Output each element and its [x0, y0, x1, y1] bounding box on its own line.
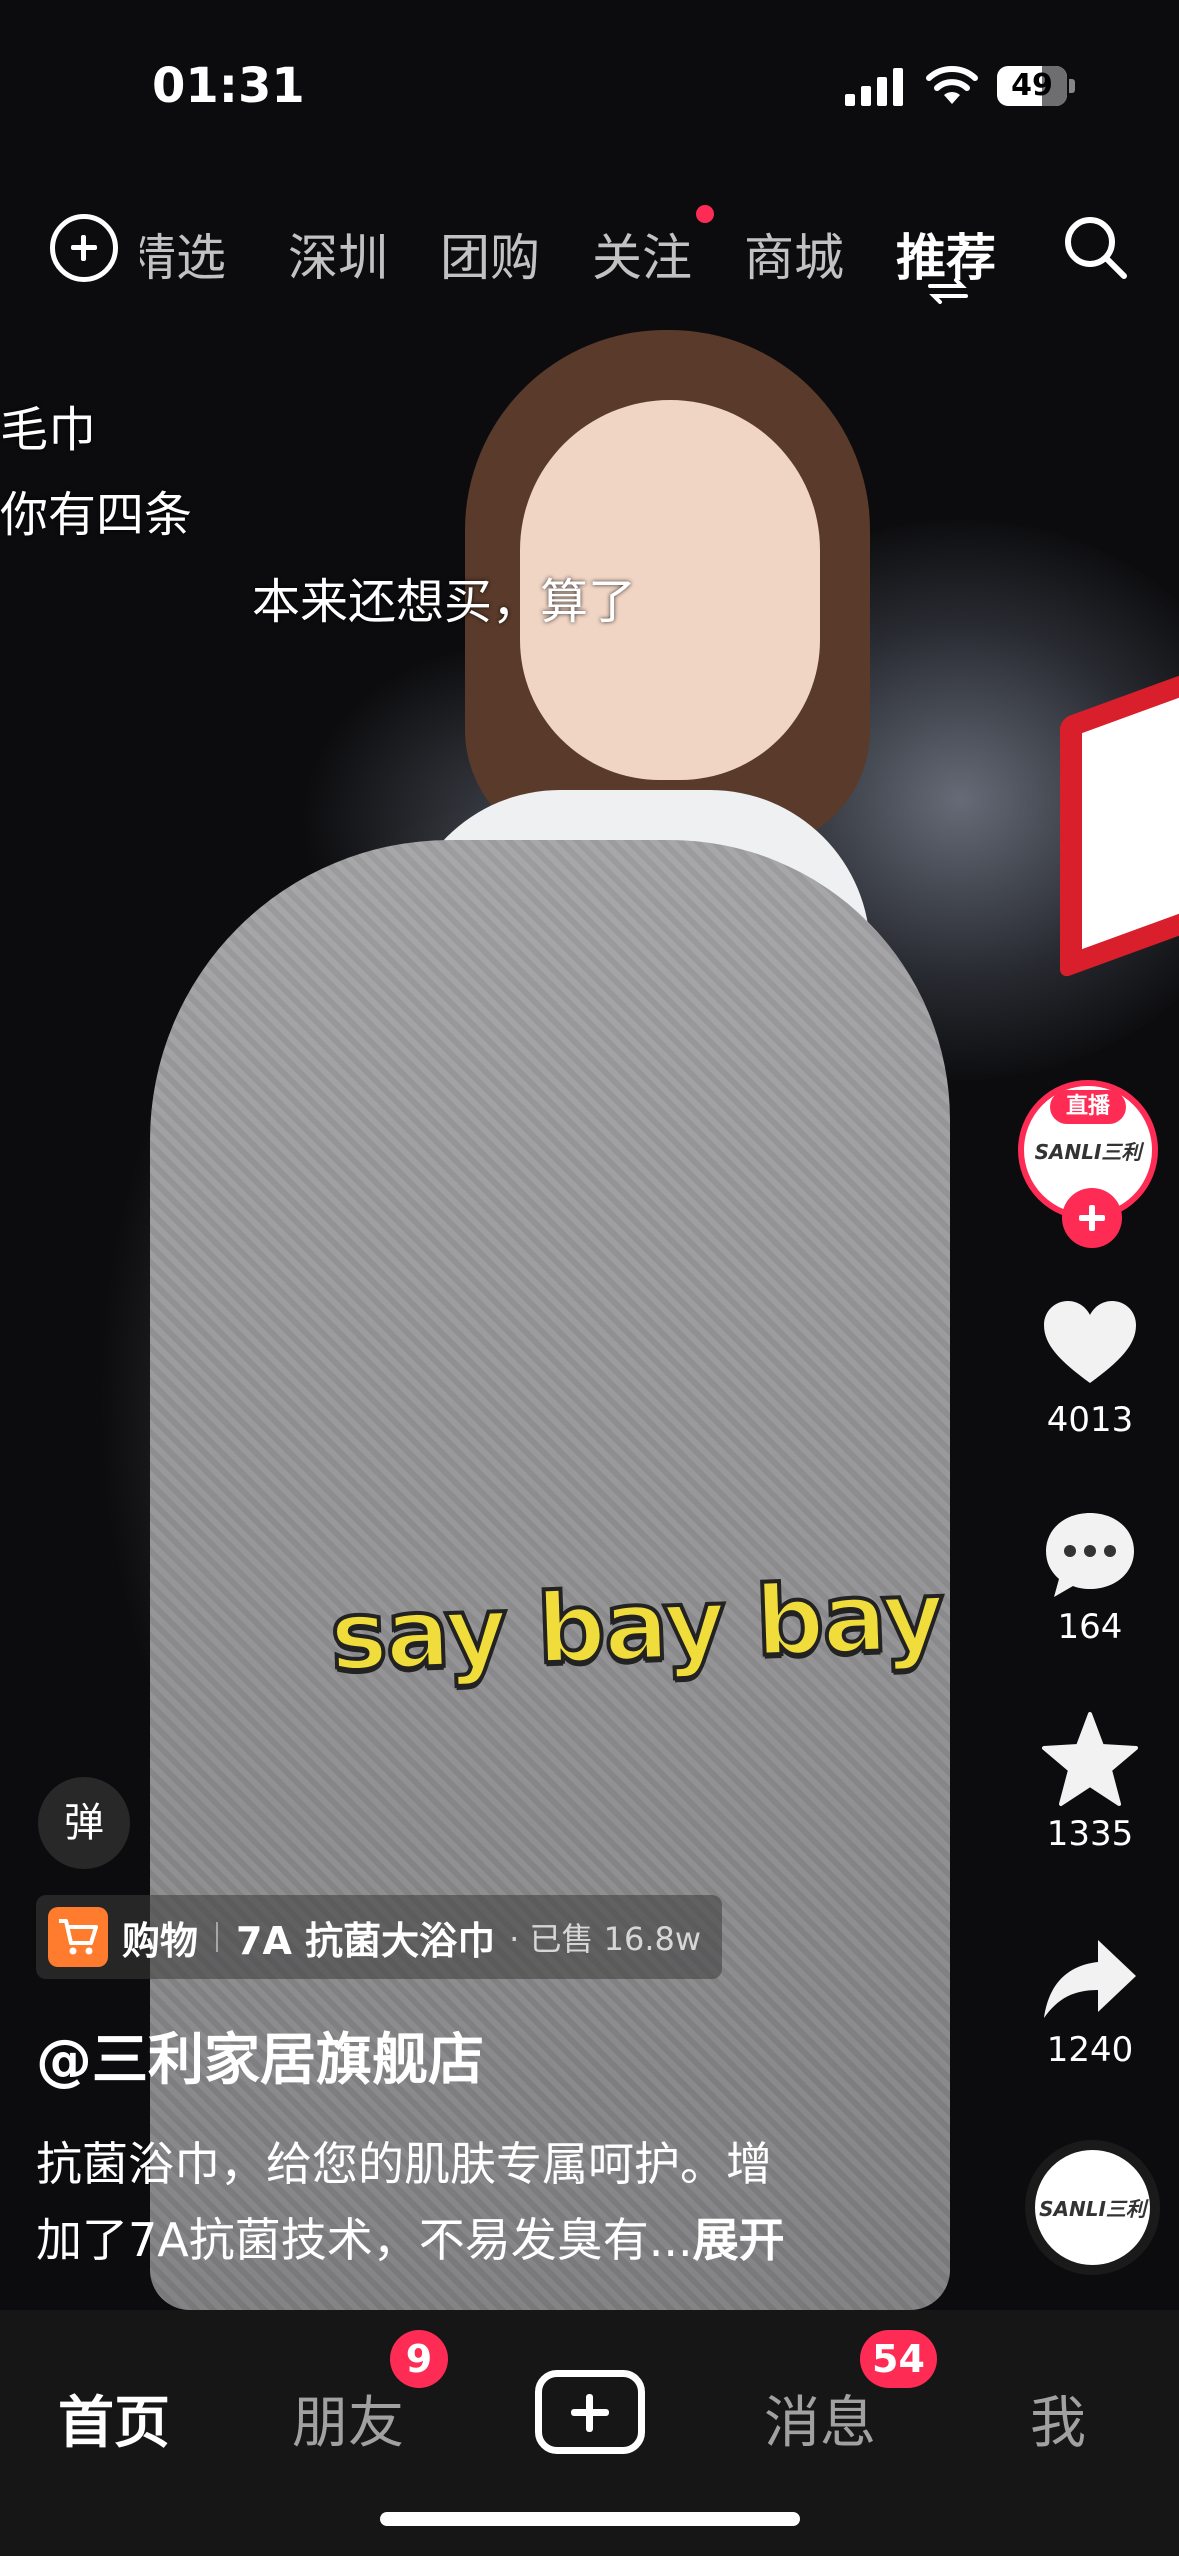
top-nav: 精选 深圳 团购 关注 商城 推荐	[0, 200, 1179, 310]
tab-group-buy[interactable]: 团购	[440, 218, 540, 290]
cart-icon	[48, 1907, 108, 1967]
tab-shenzhen[interactable]: 深圳	[288, 218, 388, 290]
following-dot	[696, 205, 714, 223]
signal-icon	[845, 68, 903, 106]
friends-badge: 9	[390, 2330, 448, 2388]
switch-icon	[928, 278, 968, 304]
share-icon[interactable]	[1040, 1930, 1140, 2030]
music-disc[interactable]: SANLI三利	[1025, 2140, 1160, 2275]
like-count: 4013	[1046, 1400, 1134, 1440]
tabbar-friends[interactable]: 朋友	[292, 2378, 404, 2459]
tab-featured[interactable]: 精选	[140, 218, 226, 290]
video-description-line: 加了7A抗菌技术，不易发臭有...展开	[36, 2204, 866, 2270]
tab-following[interactable]: 关注	[592, 218, 692, 290]
video-description-line: 抗菌浴巾，给您的肌肤专属呵护。增	[36, 2137, 772, 2191]
danmaku-comment: 你有四条	[0, 487, 193, 543]
comment-count: 164	[1057, 1607, 1123, 1647]
status-bar: 01:31 49	[0, 0, 1179, 170]
expand-button[interactable]: 展开	[693, 2213, 785, 2267]
shop-divider	[216, 1922, 219, 1952]
status-time: 01:31	[152, 58, 305, 114]
battery-level-text: 49	[1011, 68, 1053, 103]
danmaku-comment: 本来还想买，算了	[252, 574, 637, 630]
wifi-icon	[926, 66, 978, 104]
author-name[interactable]: @三利家居旗舰店	[36, 2015, 484, 2096]
home-indicator	[380, 2512, 800, 2526]
messages-badge: 54	[860, 2330, 937, 2388]
tab-clip: 精选	[140, 200, 250, 310]
danmaku-comment: 毛巾	[0, 402, 97, 458]
tab-mall[interactable]: 商城	[744, 218, 844, 290]
tabbar-messages[interactable]: 消息	[764, 2378, 876, 2459]
create-button[interactable]	[535, 2370, 645, 2454]
follow-button[interactable]	[1062, 1188, 1122, 1248]
search-icon[interactable]	[1060, 212, 1130, 282]
favorite-count: 1335	[1046, 1814, 1134, 1854]
star-icon[interactable]	[1040, 1710, 1140, 1810]
heart-icon[interactable]	[1040, 1295, 1140, 1395]
comment-icon[interactable]	[1040, 1505, 1140, 1605]
shop-product-name: 7A 抗菌大浴巾	[236, 1918, 496, 1963]
action-column: SANLI三利 直播 4013 164 1335 1240 SANLI三利	[1010, 1070, 1170, 2290]
tabbar-home[interactable]: 首页	[58, 2378, 170, 2459]
battery-indicator: 49	[997, 66, 1075, 106]
share-count: 1240	[1046, 2030, 1134, 2070]
video-caption: say bay bay	[326, 1557, 946, 1694]
shop-anchor[interactable]: 购物 7A 抗菌大浴巾 · 已售 16.8w	[36, 1895, 722, 1979]
danmaku-toggle-button[interactable]: 弹	[38, 1777, 130, 1869]
shop-label: 购物	[122, 1918, 199, 1963]
tabbar-me[interactable]: 我	[1030, 2378, 1086, 2459]
avatar-logo: SANLI三利	[1034, 1139, 1142, 1164]
video-description-text: 加了7A抗菌技术，不易发臭有...	[36, 2213, 693, 2267]
add-circle-icon[interactable]	[50, 214, 118, 282]
shop-sold-count: · 已售 16.8w	[509, 1920, 702, 1958]
disc-logo: SANLI三利	[1039, 2197, 1146, 2221]
live-badge: 直播	[1050, 1090, 1126, 1124]
